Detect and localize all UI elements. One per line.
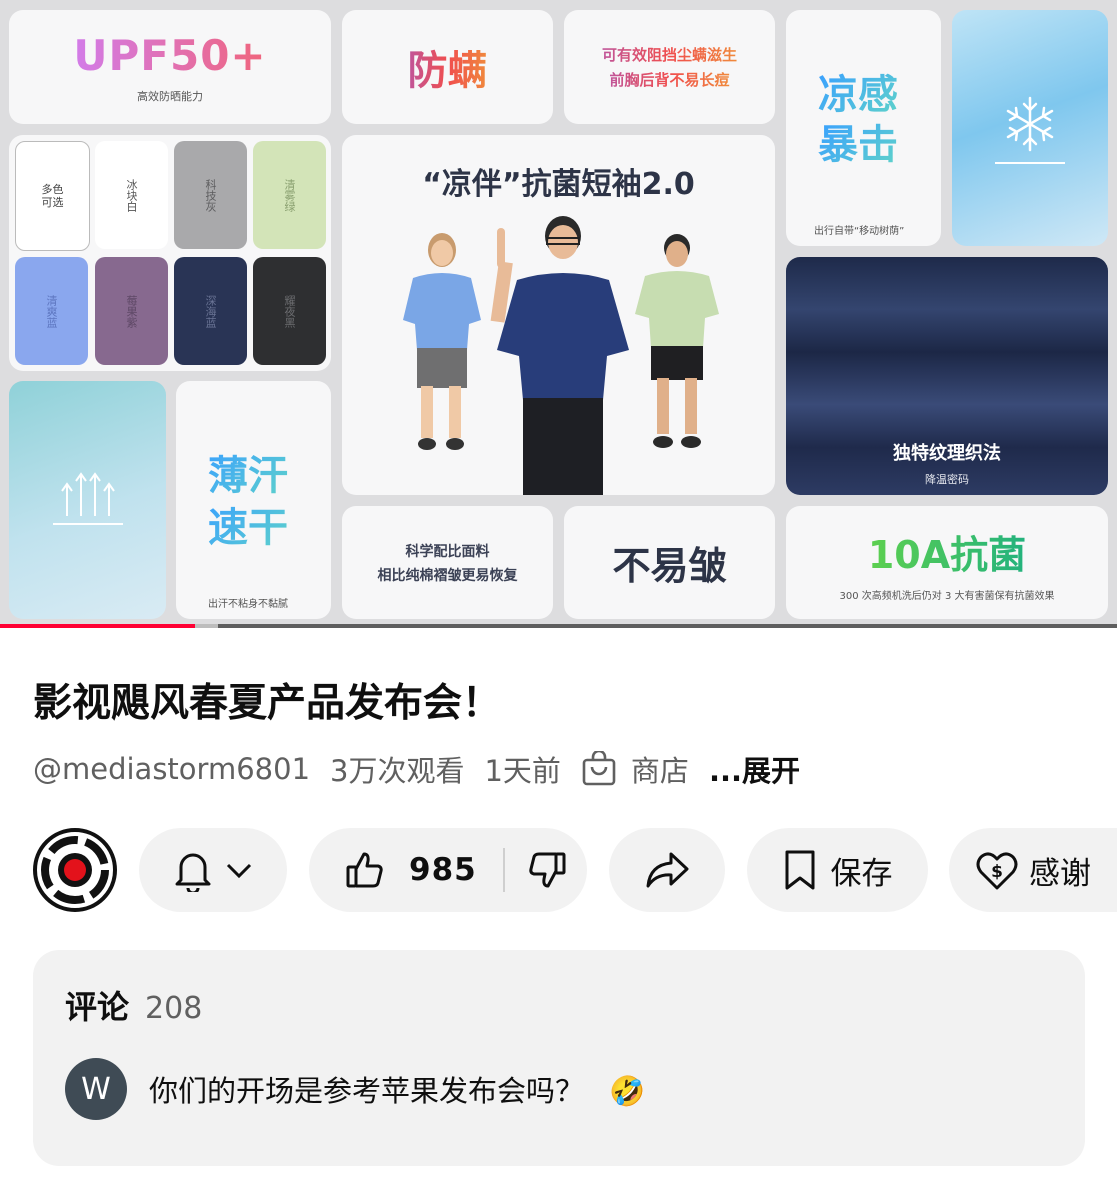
save-label: 保存 <box>830 855 893 892</box>
swatch-ice-white: 冰块白 <box>95 141 168 249</box>
video-metadata-row[interactable]: @mediastorm6801 3万次观看 1天前 商店 ...展开 <box>33 748 820 790</box>
quick-dry-card: 薄汗 速干 出汗不粘身不黏腻 <box>176 381 331 619</box>
comments-count: 208 <box>145 991 203 1026</box>
upf-subtitle: 高效防晒能力 <box>137 89 203 103</box>
model-right-image <box>635 234 719 448</box>
anti-mite-desc-card: 可有效阻挡尘螨滋生 前胸后背不易长痘 <box>564 10 775 124</box>
comments-header: 评论 208 <box>65 982 202 1028</box>
airflow-card <box>9 381 166 619</box>
thanks-button[interactable]: $ 感谢 <box>949 828 1117 912</box>
swatch-tech-gray: 科技灰 <box>174 141 247 249</box>
chevron-down-icon <box>225 860 253 880</box>
like-dislike-pill: 985 <box>309 828 587 912</box>
fabric-ratio-line-2: 相比纯棉褶皱更易恢复 <box>377 567 518 584</box>
channel-avatar[interactable] <box>33 828 117 912</box>
comments-title: 评论 <box>65 988 130 1026</box>
top-comment-text: 你们的开场是参考苹果发布会吗？ 🤣 <box>149 1074 646 1108</box>
swatch-berry-purple: 莓果紫 <box>95 257 168 365</box>
video-title: 影视飓风春夏产品发布会！ <box>33 681 502 726</box>
wrinkle-free-title: 不易皱 <box>612 544 727 588</box>
cooling-card: 凉感 暴击 出行自带“移动树荫” <box>786 10 941 246</box>
quick-dry-title-line-2: 速干 <box>208 495 288 553</box>
cooling-title-line-1: 凉感 <box>818 72 898 118</box>
thumbs-down-icon <box>527 850 567 890</box>
like-count: 985 <box>409 852 477 888</box>
upload-age: 1天前 <box>484 754 561 788</box>
comments-teaser[interactable]: 评论 208 W 你们的开场是参考苹果发布会吗？ 🤣 <box>33 950 1085 1166</box>
model-left-image <box>403 233 481 450</box>
antibacterial-card: 10A抗菌 300 次高频机洗后仍对 3 大有害菌保有抗菌效果 <box>786 506 1108 619</box>
fabric-ratio-card: 科学配比面料 相比纯棉褶皱更易恢复 <box>342 506 553 619</box>
like-dislike-divider <box>502 848 505 892</box>
cooling-title-line-2: 暴击 <box>818 122 898 168</box>
expand-description[interactable]: ...展开 <box>709 748 800 790</box>
save-button[interactable]: 保存 <box>747 828 928 912</box>
video-player[interactable]: UPF50+ 高效防晒能力 防螨 可有效阻挡尘螨滋生 前胸后背不易长痘 凉感 暴… <box>0 0 1117 628</box>
shopping-bag-icon[interactable] <box>581 751 617 787</box>
color-swatches-card: 多色可选 冰块白 科技灰 清雾绿 清爽蓝 莓果紫 深海蓝 耀夜黑 <box>9 135 331 371</box>
shop-link[interactable]: 商店 <box>631 748 689 790</box>
share-arrow-icon <box>644 850 690 890</box>
swatch-night-black: 耀夜黑 <box>253 257 326 365</box>
swatch-mist-green: 清雾绿 <box>253 141 326 249</box>
swatch-multi-color: 多色可选 <box>15 141 90 251</box>
rofl-emoji: 🤣 <box>609 1074 646 1108</box>
fabric-texture-card: 独特纹理织法 降温密码 <box>786 257 1108 495</box>
texture-subtitle: 降温密码 <box>925 473 969 486</box>
quick-dry-subtitle: 出汗不粘身不黏腻 <box>208 599 288 610</box>
quick-dry-title-line-1: 薄汗 <box>208 443 288 501</box>
cooling-subtitle: 出行自带“移动树荫” <box>814 226 905 237</box>
product-hero-card: “凉伴”抗菌短袖2.0 <box>342 135 775 495</box>
swatch-fresh-blue: 清爽蓝 <box>15 257 88 365</box>
antibacterial-title: 10A抗菌 <box>868 524 1026 579</box>
snowflake-card <box>952 10 1108 246</box>
heart-dollar-icon: $ <box>975 849 1019 891</box>
product-title: “凉伴”抗菌短袖2.0 <box>422 167 695 202</box>
commenter-avatar: W <box>65 1058 127 1120</box>
anti-mite-card: 防螨 <box>342 10 553 124</box>
dislike-button[interactable] <box>527 850 567 890</box>
thanks-label: 感谢 <box>1029 855 1091 892</box>
swatch-deep-sea-blue: 深海蓝 <box>174 257 247 365</box>
share-button[interactable] <box>609 828 725 912</box>
anti-mite-title: 防螨 <box>408 38 488 96</box>
view-count: 3万次观看 <box>330 754 465 788</box>
like-button[interactable]: 985 <box>345 850 477 890</box>
antibacterial-subtitle: 300 次高频机洗后仍对 3 大有害菌保有抗菌效果 <box>839 590 1055 602</box>
thumbs-up-icon <box>345 850 385 890</box>
snowflake-icon <box>998 92 1062 160</box>
airflow-arrows-icon <box>52 466 123 534</box>
bookmark-icon <box>783 849 817 891</box>
wrinkle-free-card: 不易皱 <box>564 506 775 619</box>
upf-card: UPF50+ 高效防晒能力 <box>9 10 331 124</box>
anti-mite-desc-line-1: 可有效阻挡尘螨滋生 <box>601 46 737 64</box>
texture-title: 独特纹理织法 <box>893 443 1001 464</box>
bell-icon <box>173 848 213 892</box>
notifications-button[interactable] <box>139 828 287 912</box>
channel-handle[interactable]: @mediastorm6801 <box>33 752 310 786</box>
model-center-image <box>490 216 629 495</box>
fabric-ratio-line-1: 科学配比面料 <box>405 543 490 560</box>
anti-mite-desc-line-2: 前胸后背不易长痘 <box>609 71 730 89</box>
upf-title: UPF50+ <box>73 30 267 80</box>
svg-text:$: $ <box>991 862 1003 882</box>
snowflake-underline <box>995 162 1065 164</box>
